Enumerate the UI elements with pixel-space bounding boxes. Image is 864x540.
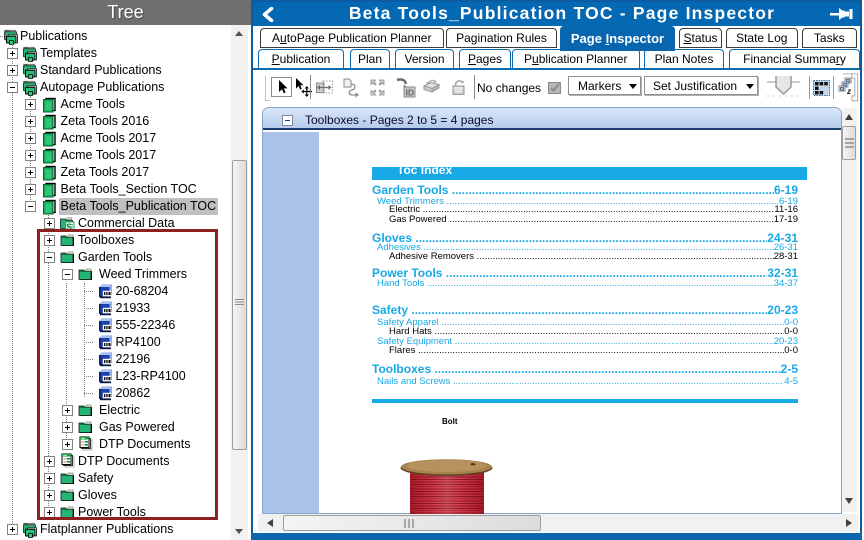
svg-text:ID: ID [406,88,415,98]
